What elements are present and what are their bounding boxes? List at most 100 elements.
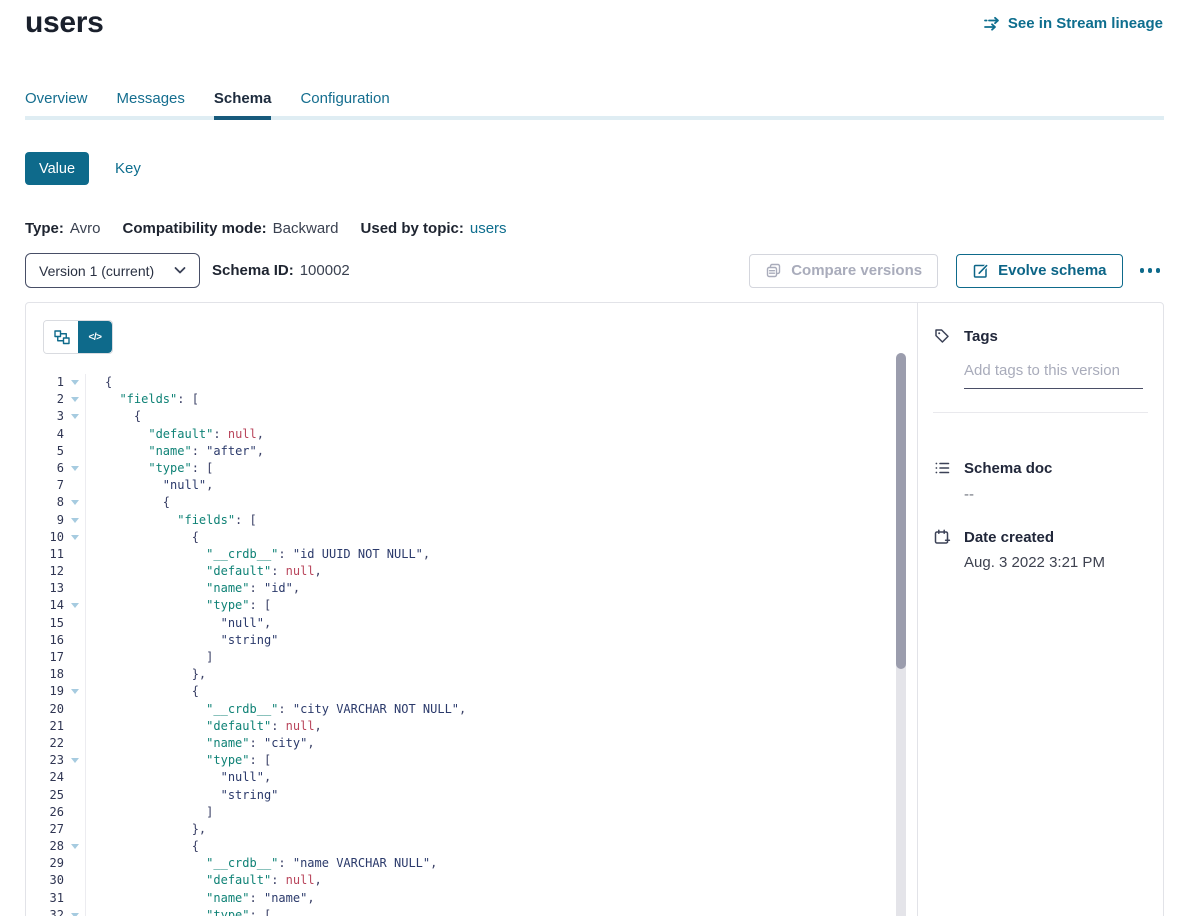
- code-gutter: 26: [26, 804, 86, 821]
- code-view-icon: </>: [89, 332, 102, 343]
- scrollbar[interactable]: [896, 353, 906, 916]
- line-number: 27: [26, 821, 64, 838]
- evolve-schema-button[interactable]: Evolve schema: [956, 254, 1122, 288]
- fold-arrow-icon[interactable]: [64, 391, 85, 408]
- code-gutter: 16: [26, 632, 86, 649]
- code-line: 19 {: [26, 683, 917, 700]
- fold-spacer: [64, 890, 85, 907]
- code-line: 11 "__crdb__": "id UUID NOT NULL",: [26, 546, 917, 563]
- tab-messages[interactable]: Messages: [117, 90, 185, 120]
- line-number: 31: [26, 890, 64, 907]
- tags-input[interactable]: [964, 362, 1143, 379]
- code-line: 16 "string": [26, 632, 917, 649]
- code-text: "__crdb__": "city VARCHAR NOT NULL",: [86, 701, 466, 718]
- value-toggle-button[interactable]: Value: [25, 152, 89, 185]
- code-line: 3 {: [26, 408, 917, 425]
- key-toggle-button[interactable]: Key: [115, 160, 141, 177]
- code-gutter: 30: [26, 872, 86, 889]
- code-view-button[interactable]: </>: [78, 321, 112, 353]
- tree-view-button[interactable]: [44, 321, 78, 353]
- fold-spacer: [64, 563, 85, 580]
- tab-overview[interactable]: Overview: [25, 90, 88, 120]
- stream-lineage-icon: [983, 16, 1001, 32]
- code-text: "default": null,: [86, 872, 322, 889]
- fold-arrow-icon[interactable]: [64, 408, 85, 425]
- fold-arrow-icon[interactable]: [64, 460, 85, 477]
- code-line: 21 "default": null,: [26, 718, 917, 735]
- page-title: users: [25, 6, 104, 40]
- compare-versions-button[interactable]: Compare versions: [749, 254, 938, 288]
- code-gutter: 14: [26, 597, 86, 614]
- code-text: ]: [86, 804, 213, 821]
- code-gutter: 24: [26, 769, 86, 786]
- line-number: 11: [26, 546, 64, 563]
- code-text: "string": [86, 632, 278, 649]
- fold-arrow-icon[interactable]: [64, 683, 85, 700]
- fold-spacer: [64, 787, 85, 804]
- tree-view-icon: [53, 329, 70, 346]
- meta-item: Compatibility mode:Backward: [122, 220, 338, 237]
- code-editor[interactable]: 1{2 "fields": [3 {4 "default": null,5 "n…: [26, 374, 917, 916]
- line-number: 19: [26, 683, 64, 700]
- fold-arrow-icon[interactable]: [64, 838, 85, 855]
- code-line: 1{: [26, 374, 917, 391]
- meta-value: Backward: [273, 220, 339, 237]
- fold-arrow-icon[interactable]: [64, 374, 85, 391]
- code-line: 6 "type": [: [26, 460, 917, 477]
- line-number: 30: [26, 872, 64, 889]
- fold-arrow-icon[interactable]: [64, 512, 85, 529]
- fold-spacer: [64, 649, 85, 666]
- code-line: 7 "null",: [26, 477, 917, 494]
- schema-id-value: 100002: [300, 262, 350, 279]
- line-number: 8: [26, 494, 64, 511]
- code-line: 14 "type": [: [26, 597, 917, 614]
- topic-link[interactable]: users: [470, 220, 507, 237]
- tag-icon: [933, 327, 951, 345]
- code-gutter: 32: [26, 907, 86, 916]
- date-created-title: Date created: [964, 529, 1054, 546]
- meta-label: Used by topic:: [361, 220, 464, 237]
- line-number: 5: [26, 443, 64, 460]
- fold-arrow-icon[interactable]: [64, 494, 85, 511]
- stream-lineage-link[interactable]: See in Stream lineage: [983, 15, 1163, 32]
- scrollbar-thumb[interactable]: [896, 353, 906, 669]
- date-created-value: Aug. 3 2022 3:21 PM: [964, 554, 1143, 571]
- line-number: 7: [26, 477, 64, 494]
- code-text: "type": [: [86, 907, 271, 916]
- code-gutter: 2: [26, 391, 86, 408]
- line-number: 20: [26, 701, 64, 718]
- code-text: "name": "after",: [86, 443, 264, 460]
- line-number: 26: [26, 804, 64, 821]
- fold-spacer: [64, 477, 85, 494]
- code-line: 27 },: [26, 821, 917, 838]
- fold-spacer: [64, 804, 85, 821]
- code-text: "null",: [86, 477, 213, 494]
- code-text: "type": [: [86, 752, 271, 769]
- tags-section: Tags: [918, 327, 1163, 413]
- tab-schema[interactable]: Schema: [214, 90, 272, 120]
- version-select[interactable]: Version 1 (current): [25, 253, 200, 288]
- line-number: 9: [26, 512, 64, 529]
- fold-arrow-icon[interactable]: [64, 752, 85, 769]
- line-number: 6: [26, 460, 64, 477]
- fold-spacer: [64, 769, 85, 786]
- fold-arrow-icon[interactable]: [64, 529, 85, 546]
- line-number: 12: [26, 563, 64, 580]
- fold-arrow-icon[interactable]: [64, 907, 85, 916]
- code-text: "default": null,: [86, 718, 322, 735]
- code-text: "null",: [86, 769, 271, 786]
- dot-icon: [1156, 268, 1161, 273]
- details-sidebar: Tags Schema doc --: [918, 303, 1163, 916]
- meta-item: Used by topic: users: [361, 220, 507, 237]
- version-select-value: Version 1 (current): [39, 263, 154, 279]
- code-text: "type": [: [86, 597, 271, 614]
- version-bar: Version 1 (current) Schema ID: 100002 Co…: [25, 253, 1164, 288]
- tab-configuration[interactable]: Configuration: [300, 90, 389, 120]
- code-line: 10 {: [26, 529, 917, 546]
- tags-input-wrap: [964, 362, 1143, 389]
- code-gutter: 25: [26, 787, 86, 804]
- list-icon: [933, 459, 951, 477]
- more-options-button[interactable]: [1136, 254, 1165, 288]
- fold-arrow-icon[interactable]: [64, 597, 85, 614]
- code-line: 2 "fields": [: [26, 391, 917, 408]
